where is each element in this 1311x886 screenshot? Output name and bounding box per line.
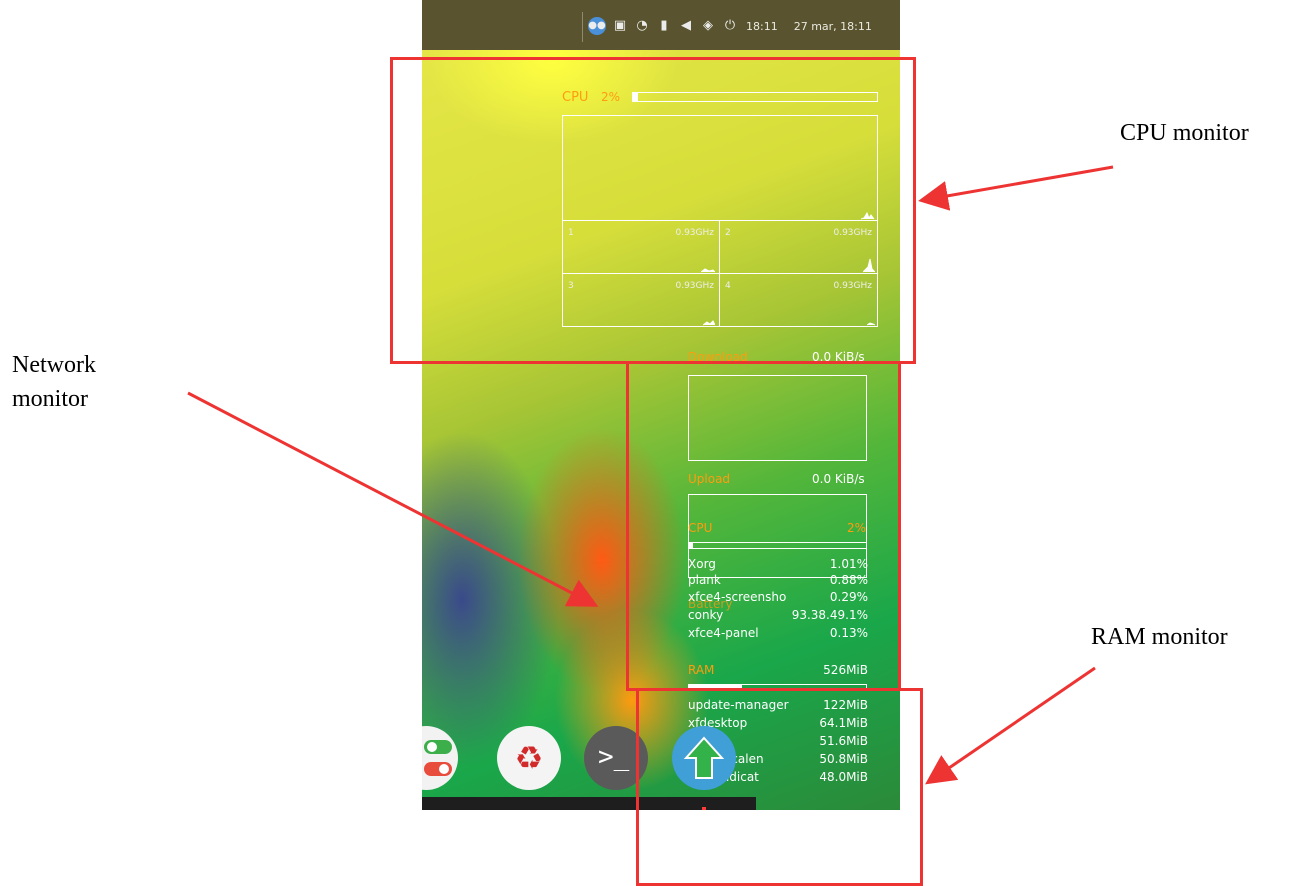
cpu-callout-arrow (918, 165, 1114, 211)
network-monitor-callout-line1: Network (12, 352, 96, 378)
cpu-monitor-callout: CPU monitor (1120, 120, 1249, 146)
network-monitor-callout-line2: monitor (12, 386, 88, 412)
callout-arrows (187, 165, 1114, 785)
network-callout-arrow (187, 391, 599, 607)
ram-monitor-callout: RAM monitor (1091, 624, 1228, 650)
ram-callout-arrow (925, 666, 1096, 785)
